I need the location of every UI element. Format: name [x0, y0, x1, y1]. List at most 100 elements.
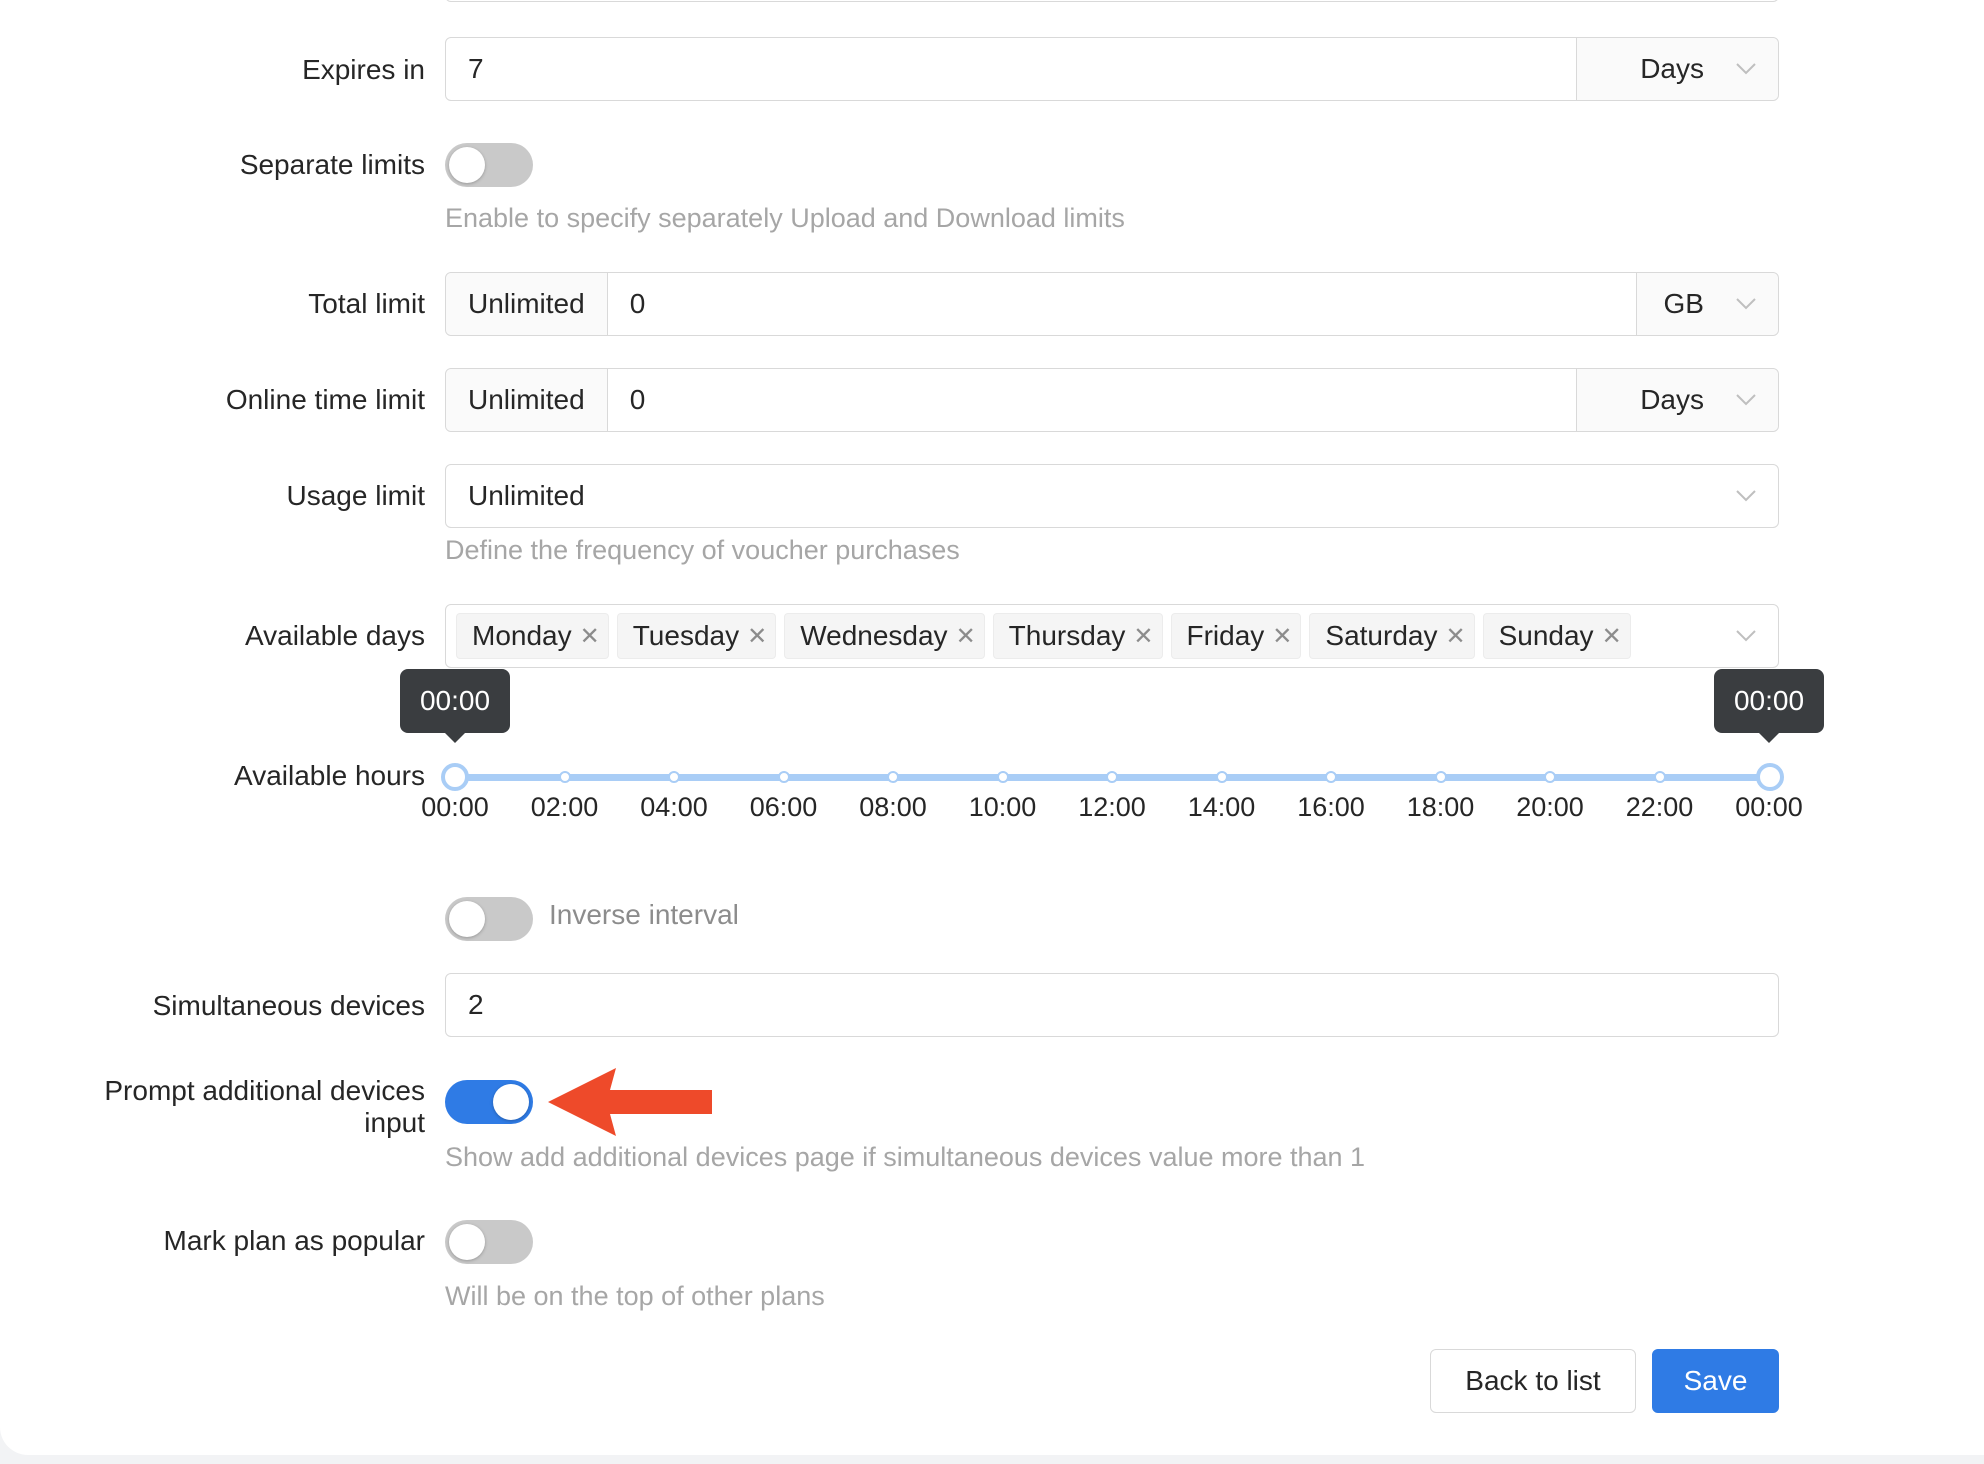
close-icon[interactable]: ✕ — [1272, 622, 1292, 651]
close-icon[interactable]: ✕ — [747, 622, 767, 651]
slider-tick-label: 00:00 — [1735, 792, 1803, 822]
expires-in-input[interactable]: 7 — [446, 53, 1576, 85]
tag-label: Wednesday — [800, 620, 948, 651]
available-hours-label: Available hours — [234, 760, 425, 791]
day-tag-thursday: Thursday ✕ — [992, 613, 1163, 659]
online-time-limit-unit-select[interactable]: Days — [1576, 369, 1778, 431]
slider-tick-label: 04:00 — [640, 792, 708, 822]
expires-in-unit-value: Days — [1640, 53, 1704, 84]
slider-mark[interactable] — [1325, 771, 1337, 783]
simultaneous-devices-input[interactable]: 2 — [446, 989, 1778, 1021]
toggle-knob — [449, 901, 485, 937]
chevron-down-icon — [1736, 63, 1756, 75]
total-limit-label: Total limit — [308, 288, 425, 319]
slider-mark[interactable] — [1215, 771, 1228, 783]
separate-limits-help: Enable to specify separately Upload and … — [445, 203, 1125, 233]
total-limit-unit-value: GB — [1663, 288, 1704, 319]
prompt-additional-devices-label: Prompt additional devices input — [104, 1075, 425, 1139]
mark-popular-help: Will be on the top of other plans — [445, 1281, 825, 1311]
close-icon[interactable]: ✕ — [956, 622, 976, 651]
toggle-knob — [449, 1224, 485, 1260]
usage-limit-select[interactable]: Unlimited — [445, 464, 1779, 528]
total-limit-mode[interactable]: Unlimited — [446, 273, 608, 335]
red-arrow-icon — [548, 1068, 712, 1136]
online-time-limit-mode[interactable]: Unlimited — [446, 369, 608, 431]
tag-label: Sunday — [1498, 620, 1594, 651]
slider-mark[interactable] — [1544, 771, 1556, 783]
slider-tick-label: 20:00 — [1516, 792, 1584, 822]
close-icon[interactable]: ✕ — [580, 622, 600, 651]
mark-popular-toggle[interactable] — [445, 1220, 533, 1264]
slider-tick-label: 10:00 — [968, 792, 1037, 822]
slider-start-handle[interactable] — [441, 763, 469, 791]
prompt-additional-devices-help: Show add additional devices page if simu… — [445, 1142, 1366, 1172]
day-tag-sunday: Sunday ✕ — [1482, 613, 1631, 659]
total-limit-input[interactable]: 0 — [608, 288, 1636, 320]
separate-limits-label: Separate limits — [239, 149, 425, 180]
slider-end-tooltip: 00:00 — [1714, 669, 1824, 743]
expires-in-field: 7 Days — [445, 37, 1779, 101]
label-line-1: Prompt additional devices — [104, 1075, 425, 1106]
online-time-limit-label: Online time limit — [225, 384, 425, 415]
close-icon[interactable]: ✕ — [1602, 622, 1622, 651]
simultaneous-devices-field: 2 — [445, 973, 1779, 1037]
inverse-interval-label: Inverse interval — [549, 899, 739, 930]
back-to-list-button[interactable]: Back to list — [1430, 1349, 1636, 1413]
slider-tick-label: 02:00 — [530, 792, 599, 822]
tag-label: Saturday — [1325, 620, 1438, 651]
inverse-interval-toggle[interactable] — [445, 897, 533, 941]
tag-label: Friday — [1186, 620, 1265, 651]
slider-tick-label: 22:00 — [1625, 792, 1694, 822]
slider-tick-label: 16:00 — [1297, 792, 1365, 822]
slider-end-handle[interactable] — [1756, 763, 1784, 791]
slider-mark[interactable] — [887, 771, 899, 783]
slider-mark[interactable] — [668, 771, 680, 783]
slider-tick-label: 08:00 — [859, 792, 927, 822]
chevron-wrap — [1736, 629, 1756, 647]
separate-limits-toggle[interactable] — [445, 143, 533, 187]
close-icon[interactable]: ✕ — [1133, 622, 1153, 651]
available-days-label: Available days — [244, 620, 425, 651]
mark-popular-label: Mark plan as popular — [163, 1225, 425, 1256]
form-card: Expires in 7 Days Separate limits Enable… — [0, 0, 1984, 1455]
label-line-2: input — [364, 1107, 425, 1138]
day-tag-saturday: Saturday ✕ — [1309, 613, 1475, 659]
prompt-additional-devices-toggle[interactable] — [445, 1080, 533, 1124]
chevron-down-icon — [1736, 630, 1756, 642]
previous-field-edge — [445, 0, 1779, 2]
available-days-select[interactable]: Monday ✕ Tuesday ✕ Wednesday ✕ Thursday ✕ Fr… — [445, 604, 1779, 668]
day-tag-tuesday: Tuesday ✕ — [616, 613, 777, 659]
slider-mark[interactable] — [1653, 771, 1666, 783]
day-tag-wednesday: Wednesday ✕ — [784, 613, 985, 659]
tag-label: Monday — [472, 620, 572, 651]
slider-mark[interactable] — [777, 771, 790, 783]
usage-limit-help: Define the frequency of voucher purchase… — [445, 535, 960, 565]
expires-in-unit-select[interactable]: Days — [1576, 38, 1778, 100]
tag-label: Tuesday — [632, 620, 740, 651]
slider-tick-label: 06:00 — [749, 792, 818, 822]
total-limit-unit-select[interactable]: GB — [1636, 273, 1778, 335]
chevron-down-icon — [1736, 298, 1756, 310]
slider-tick-label: 12:00 — [1078, 792, 1146, 822]
slider-tick-label: 18:00 — [1406, 792, 1475, 822]
online-time-limit-unit-value: Days — [1640, 384, 1704, 415]
slider-mark[interactable] — [1106, 771, 1118, 783]
close-icon[interactable]: ✕ — [1445, 622, 1465, 651]
slider-tick-label: 14:00 — [1187, 792, 1256, 822]
online-time-limit-field: Unlimited 0 Days — [445, 368, 1779, 432]
save-button[interactable]: Save — [1652, 1349, 1779, 1413]
usage-limit-label: Usage limit — [286, 480, 425, 511]
slider-start-tooltip: 00:00 — [400, 669, 510, 743]
slider-mark[interactable] — [1434, 771, 1447, 783]
day-tag-friday: Friday ✕ — [1170, 613, 1302, 659]
chevron-down-icon — [1736, 490, 1756, 502]
tag-label: Thursday — [1008, 620, 1126, 651]
total-limit-field: Unlimited 0 GB — [445, 272, 1779, 336]
slider-mark[interactable] — [996, 771, 1009, 783]
day-tag-monday: Monday ✕ — [456, 613, 609, 659]
online-time-limit-input[interactable]: 0 — [608, 384, 1576, 416]
simultaneous-devices-label: Simultaneous devices — [152, 990, 425, 1021]
slider-mark[interactable] — [558, 771, 571, 783]
usage-limit-value: Unlimited — [468, 480, 585, 511]
slider-tick-label: 00:00 — [421, 792, 489, 822]
